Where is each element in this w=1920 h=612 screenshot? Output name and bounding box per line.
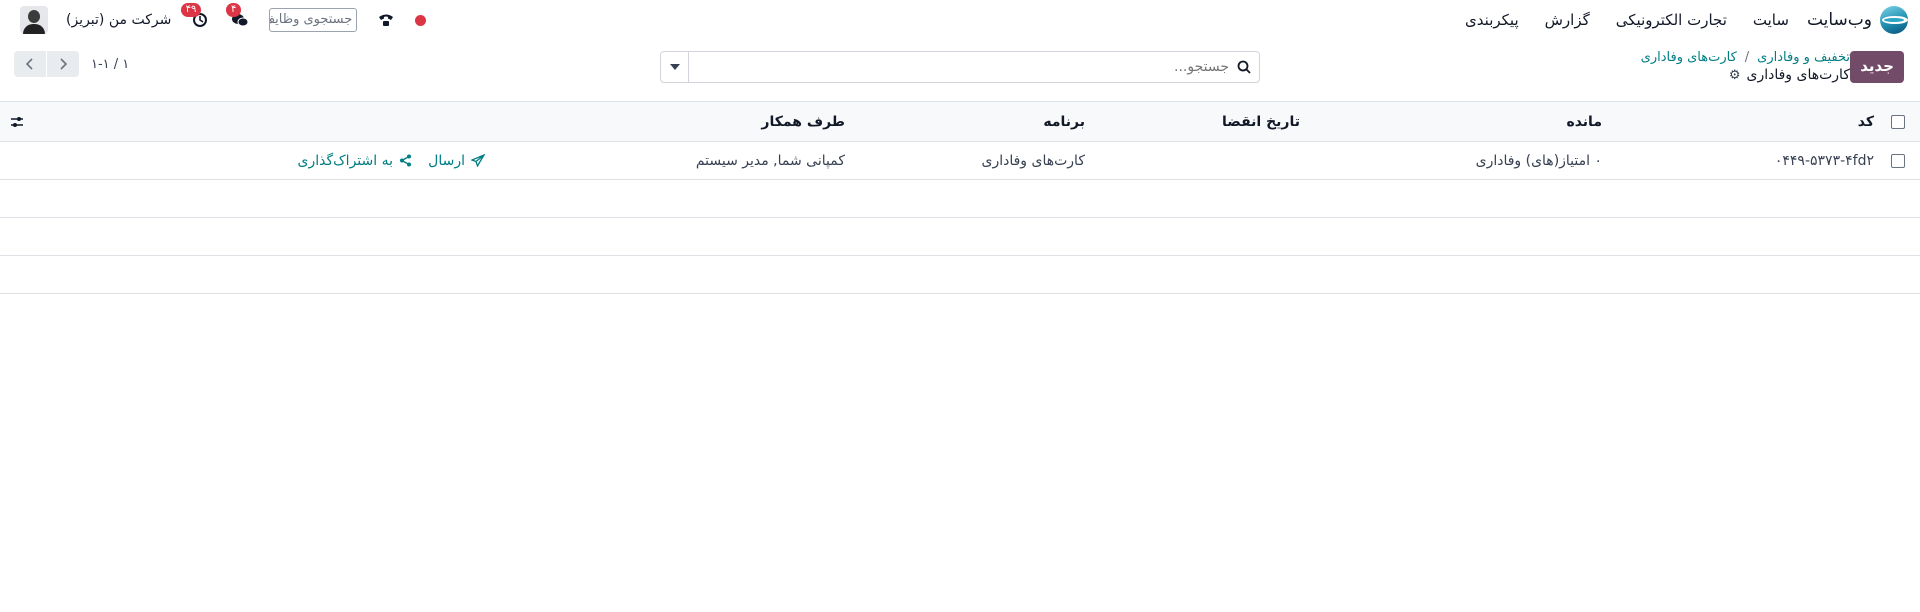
breadcrumb-loyalty-cards[interactable]: کارت‌های وفاداری [1641,50,1737,65]
menu-item-site[interactable]: سایت [1753,11,1789,29]
task-search-input[interactable]: جستجوی وظایف [269,8,358,32]
page-title-row: کارت‌های وفاداری ⚙ [1729,67,1850,83]
row-checkbox-cell [1891,142,1905,179]
share-button[interactable]: به اشتراک‌گذاری [298,142,412,179]
row-checkbox[interactable] [1891,153,1905,168]
share-button-label: به اشتراک‌گذاری [297,152,393,169]
menu-item-ecommerce[interactable]: تجارت الکترونیکی [1616,11,1727,29]
paper-plane-icon [471,154,485,167]
empty-row [0,218,1920,256]
activity-clock-icon[interactable]: ۴۹ [180,3,211,31]
loyalty-cards-table: کد مانده تاریخ انقضا برنامه طرف همکار ۰۴… [0,101,1920,294]
new-button[interactable]: جدید [1850,51,1904,83]
pager: ۱-۱ / ۱ [14,51,129,77]
header-code[interactable]: کد [1858,102,1874,141]
cell-program: کارت‌های وفاداری [981,152,1086,169]
share-icon [400,154,411,167]
table-row[interactable]: ۰۴۴۹-۵۳۷۳-۴fd۲ ۰ امتیاز(های) وفاداری کار… [0,142,1920,180]
messages-icon[interactable]: ۴ [225,3,251,31]
page-title: کارت‌های وفاداری [1746,67,1851,83]
optional-columns-toggle[interactable] [10,102,24,141]
company-switcher[interactable]: شرکت من (تبریز) [66,12,171,28]
header-expiry[interactable]: تاریخ انقضا [1222,102,1300,141]
empty-row [0,256,1920,294]
send-button[interactable]: ارسال [428,142,485,179]
phone-icon[interactable] [375,9,397,31]
search-options-toggle[interactable] [661,52,689,82]
user-avatar[interactable] [20,6,48,34]
breadcrumb-separator: / [1744,50,1750,65]
sliders-icon [11,116,23,127]
cell-partner: کمپانی شما, مدیر سیستم [695,152,845,169]
pager-value[interactable]: ۱-۱ / ۱ [91,57,129,72]
select-all-checkbox[interactable] [1891,114,1905,129]
send-button-label: ارسال [428,152,465,169]
table-header: کد مانده تاریخ انقضا برنامه طرف همکار [0,102,1920,142]
header-partner[interactable]: طرف همکار [761,102,845,141]
control-panel: جدید تخفیف و وفاداری / کارت‌های وفاداری … [0,40,1920,100]
header-program[interactable]: برنامه [1043,102,1085,141]
search-icon [1229,52,1259,82]
empty-row [0,180,1920,218]
cell-balance: ۰ امتیاز(های) وفاداری [1475,152,1602,169]
search-bar [660,51,1260,83]
app-brand[interactable]: وب‌سایت [1807,6,1908,34]
systray: جستجوی وظایف ۴ ۴۹ شرکت من (تبریز) [20,3,427,34]
header-balance[interactable]: مانده [1566,102,1602,141]
cell-code: ۰۴۴۹-۵۳۷۳-۴fd۲ [1774,152,1874,169]
menu-item-reporting[interactable]: گزارش [1545,11,1590,29]
menu-item-configuration[interactable]: پیکربندی [1465,11,1519,29]
app-name: وب‌سایت [1806,10,1872,30]
select-all-checkbox-cell [1891,102,1905,141]
gear-icon[interactable]: ⚙ [1729,68,1741,83]
pager-previous-button[interactable] [14,51,46,77]
top-navbar: وب‌سایت سایت تجارت الکترونیکی گزارش پیکر… [0,0,1920,40]
breadcrumb-discount-loyalty[interactable]: تخفیف و وفاداری [1757,50,1850,65]
search-input[interactable] [689,52,1229,82]
activity-count-badge: ۴۹ [180,3,202,17]
app-logo-icon [1880,6,1908,34]
main-menu: سایت تجارت الکترونیکی گزارش پیکربندی [1465,11,1789,29]
breadcrumb: تخفیف و وفاداری / کارت‌های وفاداری [1641,50,1850,65]
pager-next-button[interactable] [47,51,79,77]
recording-status-icon[interactable] [415,14,427,26]
